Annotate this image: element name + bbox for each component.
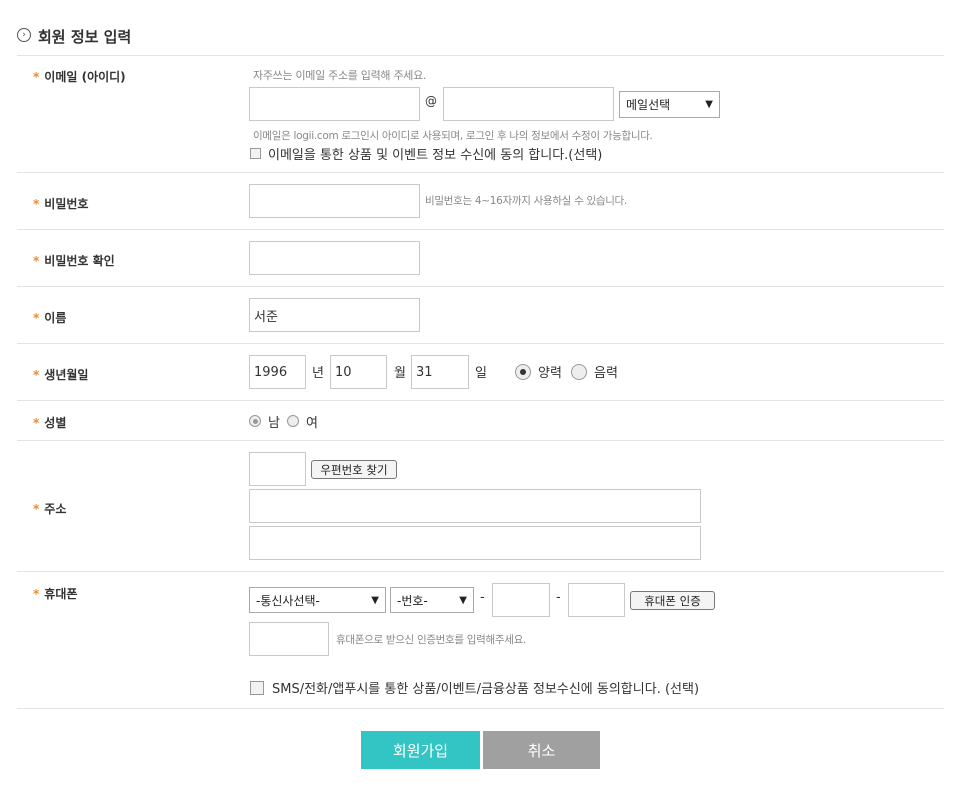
- email-hint-bottom: 이메일은 logii.com 로그인시 아이디로 사용되며, 로그인 후 나의 …: [253, 130, 653, 142]
- carrier-select[interactable]: -통신사선택- ▼: [249, 587, 386, 613]
- email-label: * 이메일 (아이디): [33, 70, 126, 84]
- birth-label: * 생년월일: [33, 368, 89, 382]
- verify-code-hint: 휴대폰으로 받으신 인증번호를 입력해주세요.: [336, 634, 526, 646]
- password-input[interactable]: [249, 184, 420, 218]
- email-domain-input[interactable]: [443, 87, 614, 121]
- email-hint-top: 자주쓰는 이메일 주소를 입력해 주세요.: [253, 69, 427, 82]
- password-confirm-label: * 비밀번호 확인: [33, 254, 115, 268]
- divider: [17, 229, 944, 230]
- solar-label: 양력: [538, 366, 562, 381]
- name-label: * 이름: [33, 311, 67, 325]
- lunar-radio[interactable]: [571, 364, 587, 380]
- divider: [17, 708, 944, 709]
- dropdown-arrow-icon: ▼: [459, 594, 467, 606]
- email-local-input[interactable]: [249, 87, 420, 121]
- chevron-right-circle-icon: ›: [17, 28, 31, 42]
- email-consent-checkbox[interactable]: [250, 148, 261, 159]
- phone-prefix-select[interactable]: -번호- ▼: [390, 587, 474, 613]
- signup-button[interactable]: 회원가입: [361, 731, 480, 769]
- required-mark: *: [33, 70, 40, 84]
- address-line1-input[interactable]: [249, 489, 701, 523]
- phone-mid-input[interactable]: [492, 583, 550, 617]
- gender-label: * 성별: [33, 416, 67, 430]
- gender-female-label: 여: [306, 416, 318, 431]
- zipcode-input[interactable]: [249, 452, 306, 486]
- phone-dash: -: [556, 590, 561, 605]
- phone-label: * 휴대폰: [33, 587, 78, 601]
- email-domain-select[interactable]: 메일선택 ▼: [619, 91, 720, 118]
- name-input[interactable]: 서준: [249, 298, 420, 332]
- dropdown-arrow-icon: ▼: [371, 594, 379, 606]
- birth-day-input[interactable]: 31: [411, 355, 469, 389]
- gender-male-label: 남: [268, 416, 280, 431]
- sms-consent-label: SMS/전화/앱푸시를 통한 상품/이벤트/금융상품 정보수신에 동의합니다. …: [272, 682, 700, 697]
- divider: [17, 571, 944, 572]
- password-hint: 비밀번호는 4~16자까지 사용하실 수 있습니다.: [425, 195, 627, 207]
- divider: [17, 172, 944, 173]
- address-label: * 주소: [33, 502, 67, 516]
- divider: [17, 286, 944, 287]
- month-unit: 월: [394, 366, 406, 381]
- divider: [17, 400, 944, 401]
- sms-consent-checkbox[interactable]: [250, 681, 264, 695]
- cancel-button[interactable]: 취소: [483, 731, 600, 769]
- section-title: 회원 정보 입력: [38, 28, 132, 46]
- divider: [17, 440, 944, 441]
- lunar-label: 음력: [594, 366, 618, 381]
- dropdown-arrow-icon: ▼: [705, 99, 713, 110]
- year-unit: 년: [312, 366, 324, 381]
- birth-month-input[interactable]: 10: [330, 355, 387, 389]
- email-consent-label: 이메일을 통한 상품 및 이벤트 정보 수신에 동의 합니다.(선택): [268, 148, 603, 163]
- address-line2-input[interactable]: [249, 526, 701, 560]
- phone-last-input[interactable]: [568, 583, 625, 617]
- day-unit: 일: [475, 366, 487, 381]
- at-sign: @: [425, 94, 437, 108]
- solar-radio[interactable]: [515, 364, 531, 380]
- gender-male-radio[interactable]: [249, 415, 261, 427]
- password-label: * 비밀번호: [33, 197, 89, 211]
- gender-female-radio[interactable]: [287, 415, 299, 427]
- phone-dash: -: [480, 590, 485, 605]
- verify-code-input[interactable]: [249, 622, 329, 656]
- phone-verify-button[interactable]: 휴대폰 인증: [630, 591, 715, 610]
- zipcode-search-button[interactable]: 우편번호 찾기: [311, 460, 397, 479]
- birth-year-input[interactable]: 1996: [249, 355, 306, 389]
- divider: [17, 55, 944, 56]
- divider: [17, 343, 944, 344]
- password-confirm-input[interactable]: [249, 241, 420, 275]
